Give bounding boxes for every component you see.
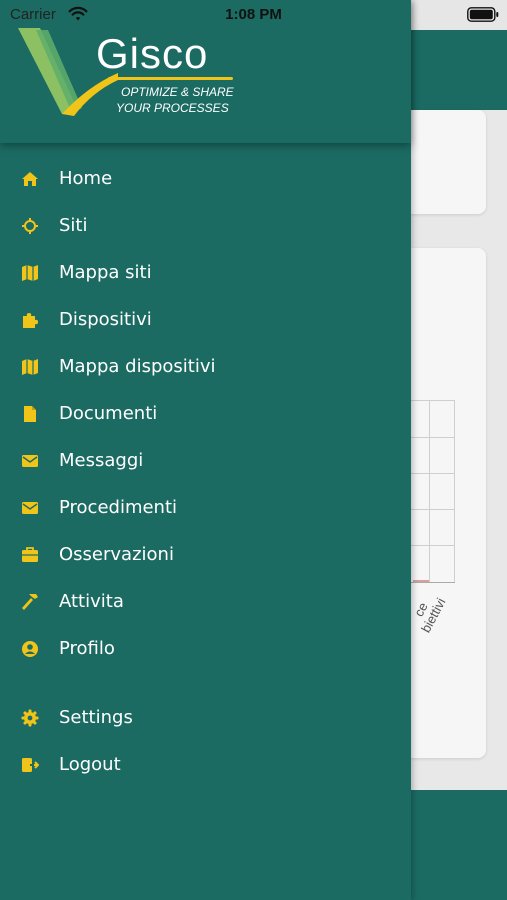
logout-icon: [22, 758, 39, 772]
logo-underline: [108, 77, 233, 80]
background-footer: [411, 790, 507, 900]
menu-item-messaggi[interactable]: Messaggi: [0, 439, 411, 483]
menu-item-procedimenti[interactable]: Procedimenti: [0, 486, 411, 530]
menu-item-siti[interactable]: Siti: [0, 204, 411, 248]
menu-item-documenti[interactable]: Documenti: [0, 392, 411, 436]
menu-item-label: Mappa siti: [59, 262, 152, 283]
background-chart-grid: [411, 400, 455, 583]
battery-icon: [467, 7, 499, 22]
menu-item-osservazioni[interactable]: Osservazioni: [0, 533, 411, 577]
logo-tagline: YOUR PROCESSES: [116, 101, 229, 115]
menu-item-label: Logout: [59, 754, 121, 775]
menu-item-label: Dispositivi: [59, 309, 152, 330]
menu-item-label: Messaggi: [59, 450, 144, 471]
menu-item-label: Settings: [59, 707, 133, 728]
background-header-bar: [411, 30, 507, 110]
menu-item-logout[interactable]: Logout: [0, 743, 411, 787]
file-icon: [24, 406, 36, 422]
envelope-icon: [22, 502, 38, 514]
home-icon: [22, 172, 38, 186]
map-icon: [22, 359, 38, 375]
navigation-drawer: Gisco OPTIMIZE & SHARE YOUR PROCESSES Ho…: [0, 0, 411, 900]
status-bar: Carrier 1:08 PM: [0, 0, 507, 30]
logo-tagline: OPTIMIZE & SHARE: [121, 85, 234, 99]
logo-wordmark: Gisco: [96, 30, 209, 77]
envelope-icon: [22, 455, 38, 467]
menu-item-settings[interactable]: Settings: [0, 696, 411, 740]
menu-item-label: Mappa dispositivi: [59, 356, 216, 377]
menu-item-label: Attivita: [59, 591, 124, 612]
menu-item-label: Procedimenti: [59, 497, 178, 518]
clock: 1:08 PM: [225, 6, 282, 23]
menu-item-label: Home: [59, 168, 113, 189]
menu-item-label: Osservazioni: [59, 544, 174, 565]
hammer-icon: [22, 594, 38, 610]
menu-item-label: Siti: [59, 215, 88, 236]
menu-item-mappa-dispositivi[interactable]: Mappa dispositivi: [0, 345, 411, 389]
menu-item-label: Documenti: [59, 403, 158, 424]
crosshair-icon: [22, 218, 38, 234]
menu-item-profilo[interactable]: Profilo: [0, 627, 411, 671]
menu-item-dispositivi[interactable]: Dispositivi: [0, 298, 411, 342]
menu-item-attivita[interactable]: Attivita: [0, 580, 411, 624]
puzzle-icon: [23, 313, 38, 328]
menu-item-label: Profilo: [59, 638, 115, 659]
map-icon: [22, 265, 38, 281]
user-circle-icon: [22, 641, 38, 657]
menu-item-mappa-siti[interactable]: Mappa siti: [0, 251, 411, 295]
menu-item-home[interactable]: Home: [0, 157, 411, 201]
gear-icon: [21, 709, 39, 727]
briefcase-icon: [22, 547, 38, 562]
